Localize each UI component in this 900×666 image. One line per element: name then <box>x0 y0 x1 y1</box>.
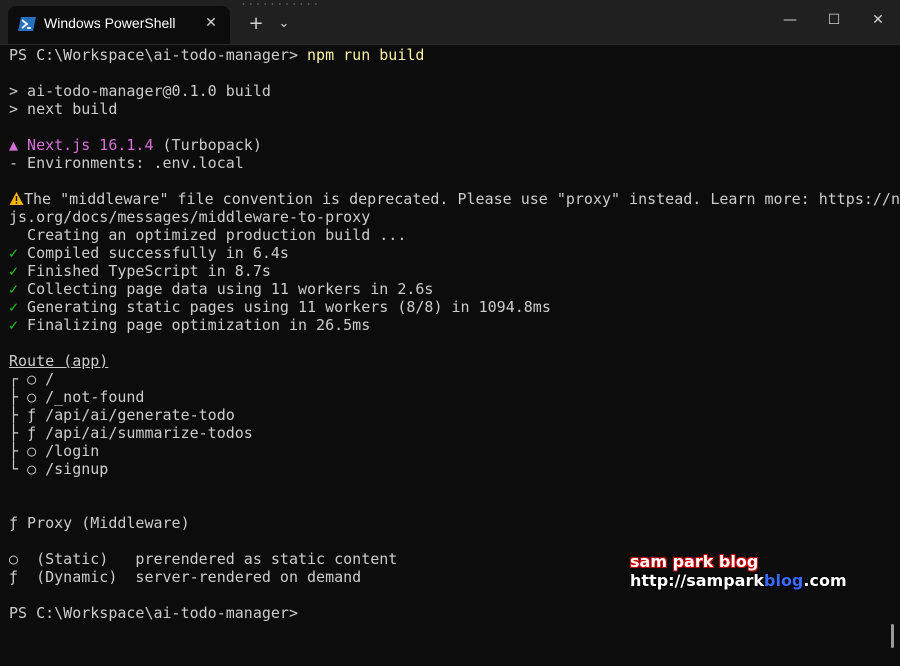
tab-title: Windows PowerShell <box>44 15 176 31</box>
background-window-text: ........... <box>240 0 320 8</box>
nextjs-version-line: ▲ Next.js 16.1.4 (Turbopack) <box>9 136 889 154</box>
warning-line: The "middleware" file convention is depr… <box>9 190 900 208</box>
warning-line-continued: js.org/docs/messages/middleware-to-proxy <box>9 208 371 226</box>
route-symbol: ƒ <box>27 424 37 442</box>
route-symbol: ƒ <box>27 406 37 424</box>
scrollbar[interactable] <box>891 624 894 648</box>
step-text: Compiled successfully in 6.4s <box>18 244 289 262</box>
check-icon: ✓ <box>9 244 19 262</box>
nextjs-label: ▲ Next.js 16.1.4 <box>9 136 154 154</box>
tree-connector: ├ <box>9 406 28 424</box>
prompt: PS C:\Workspace\ai-todo-manager> <box>9 46 308 64</box>
step-line: ✓ Compiled successfully in 6.4s <box>9 244 889 262</box>
proxy-line: ƒ Proxy (Middleware) <box>9 514 190 532</box>
route-path: /login <box>36 442 100 460</box>
watermark-url-part: http://sampark <box>630 571 764 590</box>
route-path: / <box>36 370 55 388</box>
tab-windows-powershell[interactable]: Windows PowerShell ✕ <box>8 6 230 44</box>
route-item: └ ○ /signup <box>9 460 889 478</box>
script-line: > ai-todo-manager@0.1.0 build <box>9 82 271 100</box>
route-path: /_not-found <box>36 388 145 406</box>
route-item: ┌ ○ / <box>9 370 889 388</box>
step-text: Finished TypeScript in 8.7s <box>18 262 271 280</box>
warning-icon <box>9 191 24 206</box>
step-text: Finalizing page optimization in 26.5ms <box>18 316 371 334</box>
check-icon: ✓ <box>9 316 19 334</box>
title-bar: ........... Windows PowerShell ✕ + ⌄ — ☐… <box>0 0 900 45</box>
final-prompt: PS C:\Workspace\ai-todo-manager> <box>9 604 298 622</box>
tree-connector: └ <box>9 460 28 478</box>
check-icon: ✓ <box>9 262 19 280</box>
environments-line: - Environments: .env.local <box>9 154 244 172</box>
route-path: /api/ai/summarize-todos <box>36 424 253 442</box>
creating-build-line: Creating an optimized production build .… <box>9 226 407 244</box>
route-item: ├ ○ /login <box>9 442 889 460</box>
watermark-url: http://samparkblog.com <box>630 571 847 590</box>
watermark-url-part: .com <box>803 571 847 590</box>
route-item: ├ ƒ /api/ai/summarize-todos <box>9 424 889 442</box>
script-line: > next build <box>9 100 118 118</box>
step-line: ✓ Collecting page data using 11 workers … <box>9 280 889 298</box>
minimize-button[interactable]: — <box>770 6 810 34</box>
tree-connector: ┌ <box>9 370 28 388</box>
step-text: Collecting page data using 11 workers in… <box>18 280 434 298</box>
step-line: ✓ Finalizing page optimization in 26.5ms <box>9 316 889 334</box>
tree-connector: ├ <box>9 424 28 442</box>
watermark-url-accent: blog <box>764 571 804 590</box>
watermark: sam park blog http://samparkblog.com <box>630 552 847 590</box>
route-path: /signup <box>36 460 109 478</box>
route-item: ├ ○ /_not-found <box>9 388 889 406</box>
check-icon: ✓ <box>9 298 19 316</box>
command-line: PS C:\Workspace\ai-todo-manager> npm run… <box>9 46 889 64</box>
route-header-text: Route (app) <box>9 352 109 370</box>
powershell-icon <box>18 16 36 32</box>
command-text: npm run build <box>307 46 425 64</box>
tree-connector: ├ <box>9 442 28 460</box>
new-tab-button[interactable]: + <box>243 10 269 36</box>
tree-connector: ├ <box>9 388 28 406</box>
route-symbol: ○ <box>27 442 37 460</box>
watermark-title: sam park blog <box>630 552 759 571</box>
route-item: ├ ƒ /api/ai/generate-todo <box>9 406 889 424</box>
check-icon: ✓ <box>9 280 19 298</box>
route-path: /api/ai/generate-todo <box>36 406 235 424</box>
step-text: Generating static pages using 11 workers… <box>18 298 551 316</box>
route-header: Route (app) <box>9 352 889 370</box>
route-symbol: ○ <box>27 388 37 406</box>
maximize-button[interactable]: ☐ <box>814 6 854 34</box>
route-symbol: ○ <box>27 370 37 388</box>
close-window-button[interactable]: ✕ <box>858 6 898 34</box>
route-symbol: ○ <box>27 460 37 478</box>
step-line: ✓ Finished TypeScript in 8.7s <box>9 262 889 280</box>
step-line: ✓ Generating static pages using 11 worke… <box>9 298 889 316</box>
chevron-down-icon[interactable]: ⌄ <box>271 10 297 36</box>
nextjs-suffix: (Turbopack) <box>153 136 262 154</box>
warning-text: The "middleware" file convention is depr… <box>24 190 900 208</box>
close-tab-icon[interactable]: ✕ <box>200 12 222 34</box>
